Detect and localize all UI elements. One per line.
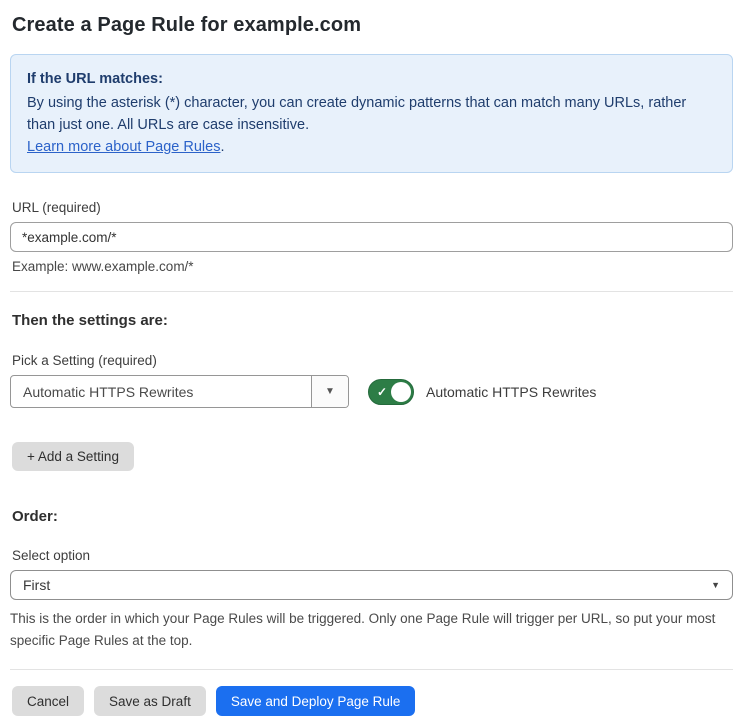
url-field-label: URL (required) — [12, 200, 101, 215]
automatic-https-rewrites-toggle[interactable]: ✓ — [368, 378, 414, 405]
info-box-link-line: Learn more about Page Rules. — [27, 136, 716, 158]
add-setting-button[interactable]: + Add a Setting — [12, 442, 134, 471]
setting-row: Automatic HTTPS Rewrites ▼ ✓ Automatic H… — [10, 375, 733, 408]
learn-more-link[interactable]: Learn more about Page Rules — [27, 139, 220, 155]
settings-section-heading: Then the settings are: — [12, 312, 168, 329]
order-helper-text: This is the order in which your Page Rul… — [10, 611, 716, 648]
footer-divider — [10, 669, 733, 670]
save-and-deploy-button[interactable]: Save and Deploy Page Rule — [215, 686, 416, 716]
order-select-label: Select option — [12, 548, 91, 563]
chevron-down-icon: ▼ — [711, 580, 720, 590]
order-select[interactable]: First ▼ — [10, 570, 733, 600]
info-box-heading: If the URL matches: — [27, 71, 163, 87]
order-section-heading: Order: — [12, 508, 58, 525]
info-box-body: By using the asterisk (*) character, you… — [27, 95, 687, 133]
setting-dropdown-button[interactable]: ▼ — [311, 376, 348, 407]
pick-setting-label: Pick a Setting (required) — [12, 353, 157, 368]
toggle-label: Automatic HTTPS Rewrites — [426, 383, 597, 400]
toggle-knob — [391, 381, 411, 402]
check-icon: ✓ — [377, 384, 388, 399]
setting-dropdown-value: Automatic HTTPS Rewrites — [23, 383, 194, 400]
footer-actions: Cancel Save as Draft Save and Deploy Pag… — [12, 686, 731, 716]
section-divider — [10, 291, 733, 292]
url-input[interactable] — [10, 222, 733, 252]
cancel-button[interactable]: Cancel — [12, 686, 85, 716]
page-title: Create a Page Rule for example.com — [12, 14, 362, 36]
url-example-helper: Example: www.example.com/* — [12, 259, 194, 274]
setting-dropdown[interactable]: Automatic HTTPS Rewrites ▼ — [10, 375, 349, 408]
create-page-rule-form: Create a Page Rule for example.com If th… — [0, 14, 743, 716]
save-as-draft-button[interactable]: Save as Draft — [94, 686, 206, 716]
order-select-value: First — [23, 577, 51, 593]
chevron-down-icon: ▼ — [325, 386, 335, 397]
url-matches-info-box: If the URL matches: By using the asteris… — [10, 54, 733, 173]
link-suffix: . — [220, 139, 225, 155]
